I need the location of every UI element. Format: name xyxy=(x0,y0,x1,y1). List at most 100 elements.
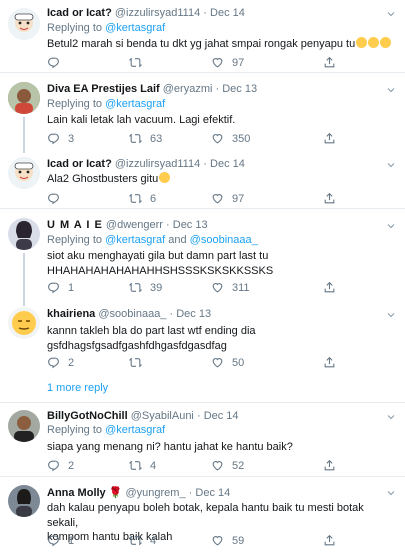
share-button[interactable] xyxy=(323,56,336,69)
tweet[interactable]: khairiena @soobinaaa_ · Dec 13 kannn tak… xyxy=(0,298,405,403)
author-handle[interactable]: @soobinaaa_ xyxy=(98,308,166,320)
retweet-count: 4 xyxy=(150,534,157,547)
tweet-actions: 97 xyxy=(47,56,347,70)
tweet-date[interactable]: Dec 13 xyxy=(222,83,257,95)
avatar-emoji-icon xyxy=(8,307,40,339)
replying-prefix: Replying to xyxy=(47,98,103,110)
tweet-text-line: HHAHAHAHAHAHAHHSHSSSKSKSKKSSKS xyxy=(47,264,274,277)
retweet-button[interactable]: 63 xyxy=(129,132,162,145)
reply-button[interactable] xyxy=(47,56,68,69)
avatar[interactable] xyxy=(8,307,40,339)
tweet[interactable]: BillyGotNoChill @SyabilAuni · Dec 14 Rep… xyxy=(0,403,405,477)
avatar[interactable] xyxy=(8,8,40,40)
avatar[interactable] xyxy=(8,485,40,517)
show-more-replies-link[interactable]: 1 more reply xyxy=(47,382,108,394)
avatar-cartoon-icon xyxy=(8,157,40,189)
reply-button[interactable]: 2 xyxy=(47,356,74,369)
avatar-photo-icon xyxy=(8,485,40,517)
like-button[interactable]: 97 xyxy=(211,192,244,205)
chevron-down-icon[interactable] xyxy=(385,159,397,171)
author-handle[interactable]: @izzulirsyad1114 xyxy=(115,7,200,19)
tweet-text-line: siot aku menghayati gila but damn part l… xyxy=(47,250,269,262)
tweet[interactable]: Icad or Icat? @izzulirsyad1114 · Dec 14 … xyxy=(0,149,405,209)
like-icon xyxy=(211,356,224,369)
retweet-button[interactable]: 4 xyxy=(129,459,156,472)
retweet-icon xyxy=(129,132,142,145)
retweet-button[interactable]: 39 xyxy=(129,281,162,294)
tweet-date[interactable]: Dec 14 xyxy=(204,410,239,422)
reply-button[interactable]: 1 xyxy=(47,281,74,294)
like-button[interactable]: 59 xyxy=(211,534,244,547)
tweet[interactable]: U M A I E @dwengerr · Dec 13 Replying to… xyxy=(0,209,405,302)
share-icon xyxy=(323,534,336,547)
chevron-down-icon[interactable] xyxy=(385,411,397,423)
avatar[interactable] xyxy=(8,218,40,250)
author-name[interactable]: Icad or Icat? xyxy=(47,158,112,170)
author-handle[interactable]: @izzulirsyad1114 xyxy=(115,158,200,170)
tweet-date[interactable]: Dec 13 xyxy=(176,308,211,320)
author-name[interactable]: Diva EA Prestijes Laif xyxy=(47,83,160,95)
share-button[interactable] xyxy=(323,459,336,472)
chevron-down-icon[interactable] xyxy=(385,84,397,96)
share-button[interactable] xyxy=(323,534,336,547)
tweet-actions: 2 50 xyxy=(47,356,347,370)
share-button[interactable] xyxy=(323,132,336,145)
retweet-button[interactable] xyxy=(129,56,150,69)
like-button[interactable]: 50 xyxy=(211,356,244,369)
tweet[interactable]: Anna Molly 🌹 @yungrem_ · Dec 14 dah kala… xyxy=(0,477,405,553)
like-button[interactable]: 350 xyxy=(211,132,250,145)
author-handle[interactable]: @SyabilAuni xyxy=(131,410,194,422)
author-handle[interactable]: @dwengerr xyxy=(106,219,163,231)
mention-link[interactable]: @kertasgraf xyxy=(105,22,165,34)
avatar[interactable] xyxy=(8,82,40,114)
chevron-down-icon[interactable] xyxy=(385,309,397,321)
reply-count: 1 xyxy=(68,534,75,547)
reply-icon xyxy=(47,281,60,294)
author-handle[interactable]: @yungrem_ xyxy=(126,487,186,499)
laughing-emoji-icon xyxy=(159,172,171,183)
chevron-down-icon[interactable] xyxy=(385,220,397,232)
mention-link[interactable]: @kertasgraf xyxy=(105,98,165,110)
retweet-button[interactable]: 4 xyxy=(129,534,156,547)
like-button[interactable]: 311 xyxy=(211,281,250,294)
share-icon xyxy=(323,459,336,472)
tweet-date[interactable]: Dec 14 xyxy=(210,158,245,170)
mention-link[interactable]: @soobinaaa_ xyxy=(190,234,258,246)
like-count: 97 xyxy=(232,56,245,69)
mention-link[interactable]: @kertasgraf xyxy=(105,234,165,246)
tweet-text: Lain kali letak lah vacuum. Lagi efektif… xyxy=(47,114,236,126)
author-name[interactable]: khairiena xyxy=(47,308,95,320)
avatar[interactable] xyxy=(8,410,40,442)
retweet-button[interactable] xyxy=(129,356,150,369)
avatar[interactable] xyxy=(8,157,40,189)
author-name[interactable]: BillyGotNoChill xyxy=(47,410,128,422)
share-button[interactable] xyxy=(323,356,336,369)
tweet[interactable]: Diva EA Prestijes Laif @eryazmi · Dec 13… xyxy=(0,73,405,153)
laughing-emoji-icon xyxy=(368,37,380,48)
tweet-actions: 6 97 xyxy=(47,192,347,206)
like-icon xyxy=(211,192,224,205)
reply-count: 2 xyxy=(68,356,75,369)
mention-link[interactable]: @kertasgraf xyxy=(105,424,165,436)
reply-button[interactable]: 2 xyxy=(47,459,74,472)
like-button[interactable]: 97 xyxy=(211,56,244,69)
reply-button[interactable]: 3 xyxy=(47,132,74,145)
author-name[interactable]: Icad or Icat? xyxy=(47,7,112,19)
author-name[interactable]: U M A I E xyxy=(47,219,103,231)
tweet-date[interactable]: Dec 14 xyxy=(210,7,245,19)
retweet-button[interactable]: 6 xyxy=(129,192,156,205)
tweet-date[interactable]: Dec 14 xyxy=(195,487,230,499)
share-button[interactable] xyxy=(323,281,336,294)
like-button[interactable]: 52 xyxy=(211,459,244,472)
chevron-down-icon[interactable] xyxy=(385,8,397,20)
author-name[interactable]: Anna Molly xyxy=(47,487,106,499)
share-icon xyxy=(323,356,336,369)
reply-button[interactable]: 1 xyxy=(47,534,74,547)
author-handle[interactable]: @eryazmi xyxy=(163,83,213,95)
chevron-down-icon[interactable] xyxy=(385,487,397,499)
tweet[interactable]: Icad or Icat? @izzulirsyad1114 · Dec 14 … xyxy=(0,0,405,73)
share-button[interactable] xyxy=(323,192,336,205)
reply-button[interactable] xyxy=(47,192,68,205)
tweet-date[interactable]: Dec 13 xyxy=(173,219,208,231)
retweet-icon xyxy=(129,459,142,472)
